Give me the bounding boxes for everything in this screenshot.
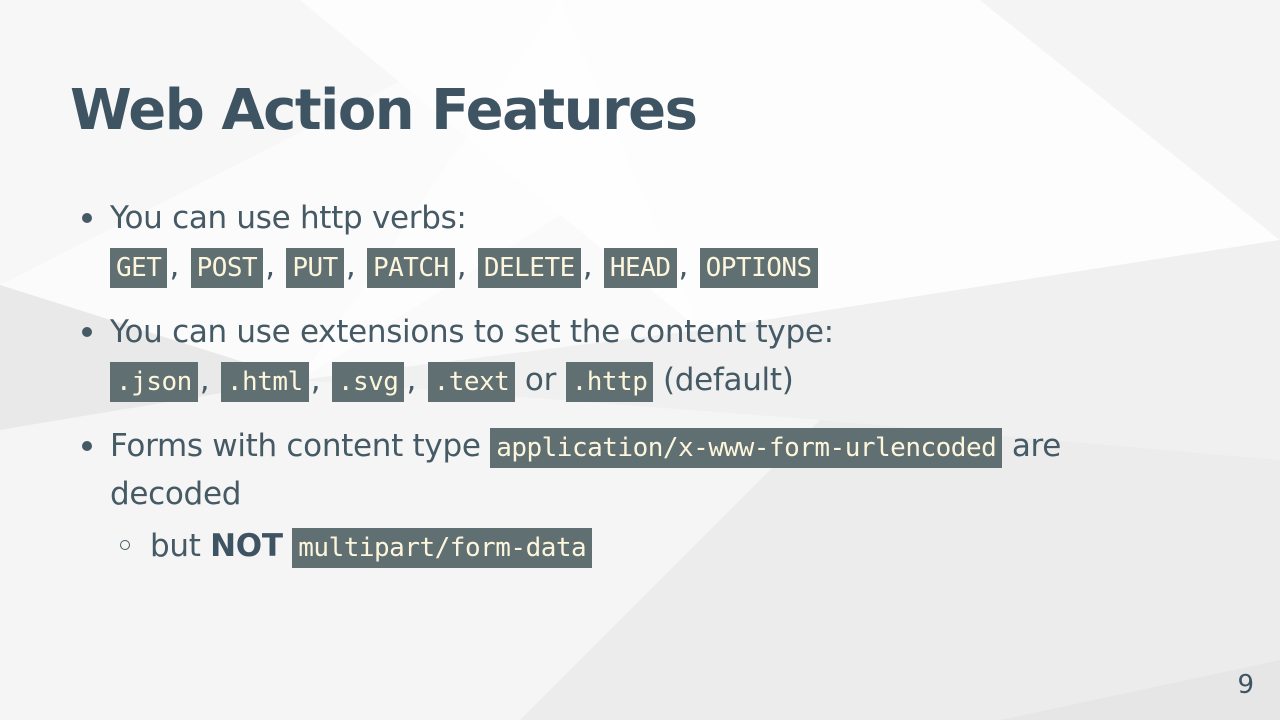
sub-strong-not: NOT [210,528,283,564]
comma: , [582,248,593,284]
comma: , [456,248,467,284]
forms-text-before: Forms with content type [110,428,481,464]
code-patch: PATCH [366,247,455,288]
bullet-forms: Forms with content type application/x-ww… [78,422,1228,570]
comma: , [169,248,180,284]
page-number: 9 [1237,670,1254,700]
bullet-text: You can use extensions to set the conten… [110,314,834,350]
code-options: OPTIONS [699,247,818,288]
comma: , [265,248,275,284]
comma: , [678,248,689,284]
code-html: .html [220,361,309,402]
verb-codes: GET, POST, PUT, PATCH, DELETE, HEAD, OPT… [110,242,1228,290]
slide-title: Web Action Features [70,78,698,143]
joiner-or: or [524,362,557,398]
code-urlencoded: application/x-www-form-urlencoded [490,427,1003,468]
code-post: POST [190,247,264,288]
comma: , [310,362,321,398]
sub-text-before: but [150,528,201,564]
extension-codes: .json, .html, .svg, .text or .http (defa… [110,356,1228,404]
code-get: GET [110,247,168,288]
bullet-dot-icon [82,327,92,337]
code-multipart: multipart/form-data [292,527,593,568]
bullet-http-verbs: You can use http verbs: GET, POST, PUT, … [78,194,1228,290]
comma: , [199,362,210,398]
code-head: HEAD [603,247,677,288]
bullet-text: You can use http verbs: [110,200,467,236]
code-json: .json [110,361,198,402]
code-http: .http [565,361,654,402]
bullet-dot-icon [82,213,92,223]
bullet-extensions: You can use extensions to set the conten… [78,308,1228,404]
code-put: PUT [286,247,344,288]
code-svg: .svg [331,361,405,402]
comma: , [345,248,356,284]
sub-bullet-list: but NOT multipart/form-data [110,522,1228,570]
comma: , [406,362,416,398]
code-text: .text [427,361,516,402]
bullet-dot-icon [82,441,92,451]
circle-bullet-icon [120,540,130,550]
code-delete: DELETE [477,247,581,288]
forms-line: Forms with content type application/x-ww… [110,422,1228,470]
forms-text-wrap: decoded [110,476,242,512]
slide: Web Action Features You can use http ver… [0,0,1280,720]
default-note: (default) [662,362,794,398]
bullet-list: You can use http verbs: GET, POST, PUT, … [78,194,1228,588]
sub-bullet-multipart: but NOT multipart/form-data [110,522,1228,570]
forms-text-after: are [1011,428,1062,464]
